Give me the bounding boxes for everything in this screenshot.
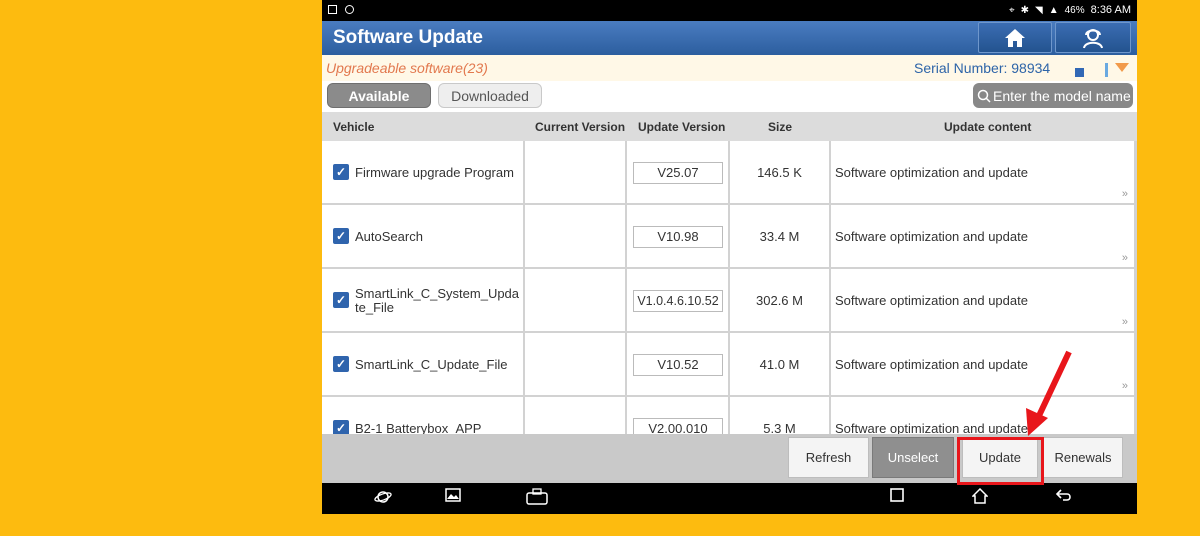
red-arrow-icon — [1026, 350, 1072, 436]
